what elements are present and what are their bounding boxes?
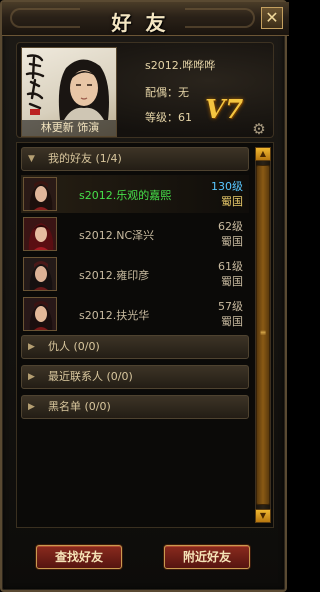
group-blacklist[interactable]: ▶ 黑名单 (0/0) [21,395,249,419]
friend-level: 57级 [218,300,243,313]
friend-nation: 蜀国 [221,195,243,208]
player-spouse: 配偶：无 [145,86,189,99]
friend-level: 130级 [211,180,243,193]
collapsed-arrow-icon: ▶ [28,342,35,352]
friend-name: s2012.乐观的嘉熙 [79,189,172,202]
friend-avatar [23,217,57,251]
scroll-grip-icon: ≡ [259,328,267,337]
friend-row[interactable]: s2012.雍印彦 61级 蜀国 [21,255,249,293]
player-profile: 林更新 饰演 s2012.哗哗哗 配偶：无 等级：61 V7 ⚙ [16,42,274,138]
friend-avatar [23,177,57,211]
group-label: 仇人 (0/0) [48,340,100,353]
player-portrait: 林更新 饰演 [21,47,117,137]
player-name: s2012.哗哗哗 [145,59,216,72]
player-level: 等级：61 [145,111,192,124]
nearby-friends-button[interactable]: 附近好友 [164,545,250,569]
collapsed-arrow-icon: ▶ [28,372,35,382]
group-label: 最近联系人 (0/0) [48,370,133,383]
group-label: 黑名单 (0/0) [48,400,111,413]
friend-name: s2012.雍印彦 [79,269,150,282]
title-bar: 好友 ✕ [2,2,289,36]
friend-level: 62级 [218,220,243,233]
friends-window: 好友 ✕ 林更新 饰演 s2012.哗哗哗 配偶：无 等级：61 V7 ⚙ ▼ … [0,0,289,592]
scroll-up-button[interactable]: ▲ [255,147,271,161]
calligraphy-logo [25,54,45,115]
window-title: 好友 [111,11,180,35]
friend-row[interactable]: s2012.扶光华 57级 蜀国 [21,295,249,333]
friend-row[interactable]: s2012.乐观的嘉熙 130级 蜀国 [21,175,249,213]
friend-avatar [23,297,57,331]
close-button[interactable]: ✕ [261,7,283,29]
group-recent-contacts[interactable]: ▶ 最近联系人 (0/0) [21,365,249,389]
close-icon: ✕ [265,8,279,27]
friend-nation: 蜀国 [221,235,243,248]
friend-level: 61级 [218,260,243,273]
friend-name: s2012.扶光华 [79,309,150,322]
friend-list-panel: ▼ 我的好友 (1/4) s2012.乐观的嘉熙 130级 蜀国 s2012.N… [16,142,274,528]
scroll-down-icon: ▼ [259,511,267,520]
expanded-arrow-icon: ▼ [28,154,35,164]
friend-avatar [23,257,57,291]
vip-badge: V7 [205,95,244,125]
group-my-friends[interactable]: ▼ 我的好友 (1/4) [21,147,249,171]
character-face [58,59,109,120]
scroll-up-icon: ▲ [259,149,267,158]
portrait-caption: 林更新 饰演 [22,120,116,136]
collapsed-arrow-icon: ▶ [28,402,35,412]
friend-nation: 蜀国 [221,275,243,288]
friend-name: s2012.NC泽兴 [79,229,155,242]
friend-row[interactable]: s2012.NC泽兴 62级 蜀国 [21,215,249,253]
find-friend-button[interactable]: 查找好友 [36,545,122,569]
group-label: 我的好友 (1/4) [48,152,122,165]
gear-icon[interactable]: ⚙ [251,121,267,137]
friend-nation: 蜀国 [221,315,243,328]
scroll-down-button[interactable]: ▼ [255,509,271,523]
group-enemies[interactable]: ▶ 仇人 (0/0) [21,335,249,359]
